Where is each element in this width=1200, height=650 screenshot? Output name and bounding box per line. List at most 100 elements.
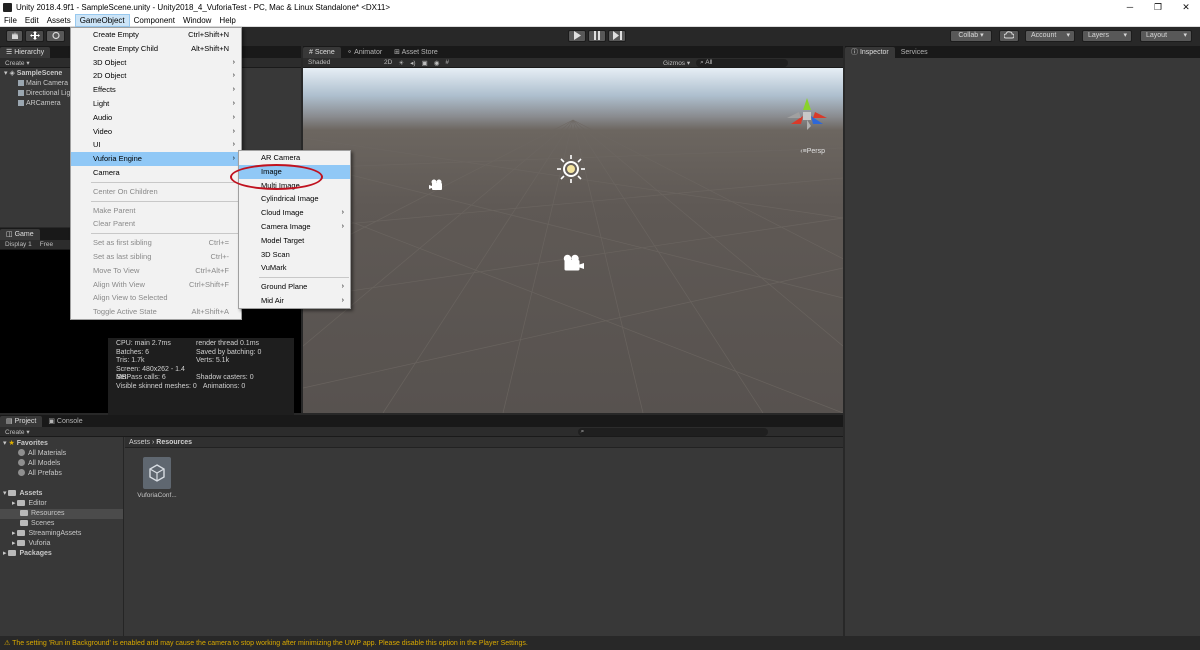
menu-item-3d-scan[interactable]: 3D Scan (239, 248, 350, 262)
display-dropdown[interactable]: Display 1 (5, 241, 32, 248)
tab-animator[interactable]: ⚬ Animator (341, 47, 388, 58)
menu-item-label: Camera (93, 167, 120, 177)
menu-item-label: Audio (93, 112, 113, 122)
menu-gameobject[interactable]: GameObject (74, 13, 130, 27)
menu-item-ar-camera[interactable]: AR Camera (239, 151, 350, 165)
layers-dropdown[interactable]: Layers ▾ (1082, 30, 1132, 42)
tab-console[interactable]: ▣ Console (42, 416, 88, 427)
layout-dropdown[interactable]: Layout ▾ (1140, 30, 1192, 42)
menu-item-vuforia-engine[interactable]: Vuforia Engine › (71, 152, 241, 166)
menu-item-cloud-image[interactable]: Cloud Image › (239, 206, 350, 220)
status-bar[interactable]: ⚠ The setting 'Run in Background' is ena… (0, 637, 1200, 650)
menu-item-audio[interactable]: Audio › (71, 111, 241, 125)
packages-folder[interactable]: ▸ Packages (0, 549, 123, 559)
menu-item-ui[interactable]: UI › (71, 138, 241, 152)
pause-button[interactable] (588, 30, 606, 42)
rotate-tool-button[interactable] (46, 30, 65, 42)
effects-toggle-icon[interactable]: ▣ (422, 59, 428, 67)
menu-window[interactable]: Window (179, 14, 215, 27)
tab-game[interactable]: ◫ Game (0, 229, 40, 240)
move-icon (29, 31, 40, 40)
menu-item-effects[interactable]: Effects › (71, 83, 241, 97)
menu-item-cylindrical-image[interactable]: Cylindrical Image (239, 192, 350, 206)
gizmos-dropdown[interactable]: Gizmos ▾ (663, 59, 690, 67)
menu-assets[interactable]: Assets (43, 14, 75, 27)
maximize-button[interactable]: ❐ (1144, 0, 1172, 14)
chevron-right-icon: › (232, 58, 235, 66)
menu-item-mid-air[interactable]: Mid Air › (239, 294, 350, 308)
directional-light-icon[interactable] (556, 154, 586, 184)
menu-item-model-target[interactable]: Model Target (239, 234, 350, 248)
hierarchy-tab-icon: ☰ (6, 49, 15, 56)
tab-inspector[interactable]: ⓘ Inspector (845, 47, 895, 58)
scene-viewport[interactable]: ‹≡Persp (303, 68, 843, 413)
2d-toggle[interactable]: 2D (384, 59, 392, 66)
hierarchy-create-button[interactable]: Create ▾ (5, 59, 30, 67)
menu-file[interactable]: File (0, 14, 21, 27)
close-button[interactable]: ✕ (1172, 0, 1200, 14)
menu-edit[interactable]: Edit (21, 14, 43, 27)
aspect-dropdown[interactable]: Free (40, 241, 53, 248)
tab-services[interactable]: Services (895, 47, 934, 58)
stats-row: CPU: main 2.7ms render thread 0.1ms (116, 340, 260, 347)
menu-help[interactable]: Help (215, 14, 239, 27)
grid-toggle-icon[interactable]: # (445, 59, 449, 66)
move-tool-button[interactable] (25, 30, 44, 42)
cloud-button[interactable] (999, 30, 1019, 42)
tab-hierarchy[interactable]: ☰ Hierarchy (0, 47, 51, 58)
play-button[interactable] (568, 30, 586, 42)
menu-item-2d-object[interactable]: 2D Object › (71, 69, 241, 83)
breadcrumb-item[interactable]: Assets (129, 439, 150, 446)
project-panel: ▤ Project ▣ Console Create ▾ ⌕ ▾ ★ Favori… (0, 415, 843, 636)
search-filter-icon (18, 469, 25, 476)
shading-mode-dropdown[interactable]: Shaded (308, 59, 378, 66)
hand-tool-button[interactable] (6, 30, 23, 42)
assets-folder[interactable]: ▾ Assets (0, 489, 123, 499)
menu-item-set-as-last-sibling: Set as last sibling Ctrl+- (71, 250, 241, 264)
audio-toggle-icon[interactable]: ◂) (410, 59, 415, 67)
minimize-button[interactable]: ─ (1116, 0, 1144, 14)
folder-item[interactable]: ▸ StreamingAssets (0, 529, 123, 539)
asset-item[interactable]: VuforiaConf... (134, 457, 180, 499)
folder-item[interactable]: ▸ Vuforia (0, 539, 123, 549)
menu-item-vumark[interactable]: VuMark (239, 261, 350, 275)
menu-item-camera-image[interactable]: Camera Image › (239, 220, 350, 234)
account-dropdown[interactable]: Account ▾ (1025, 30, 1075, 42)
gameobject-cube-icon (18, 80, 24, 86)
orientation-gizmo[interactable] (785, 96, 829, 136)
lighting-toggle-icon[interactable]: ☀ (398, 59, 404, 67)
menu-item-light[interactable]: Light › (71, 97, 241, 111)
camera-gizmo-icon[interactable] (559, 254, 585, 272)
folder-item[interactable]: Scenes (0, 519, 123, 529)
hidden-objects-icon[interactable]: ◉ (434, 59, 440, 67)
persp-label[interactable]: ‹≡Persp (800, 148, 825, 155)
menu-component[interactable]: Component (130, 14, 179, 27)
favorites-header[interactable]: ▾ ★ Favorites (0, 439, 123, 449)
favorite-item[interactable]: All Models (0, 459, 123, 469)
scene-search-input[interactable]: ⌕ All (696, 58, 789, 67)
project-search-input[interactable]: ⌕ (577, 427, 768, 436)
menu-item-shortcut: Ctrl+Shift+F (188, 279, 229, 289)
breadcrumb-item[interactable]: Resources (156, 439, 192, 446)
menu-item-camera[interactable]: Camera (71, 166, 241, 180)
folder-item[interactable]: ▸ Editor (0, 499, 123, 509)
favorite-item[interactable]: All Materials (0, 449, 123, 459)
menu-item-create-empty[interactable]: Create Empty Ctrl+Shift+N (71, 28, 241, 42)
gameobject-cube-icon (18, 90, 24, 96)
camera-gizmo-icon[interactable] (429, 179, 445, 191)
project-create-button[interactable]: Create ▾ (5, 428, 30, 436)
hierarchy-item-label: Main Camera (26, 80, 69, 87)
tab-asset-store[interactable]: ⊞ Asset Store (388, 47, 444, 58)
folder-item-selected[interactable]: Resources (0, 509, 123, 519)
tab-project[interactable]: ▤ Project (0, 416, 43, 427)
menu-item-ground-plane[interactable]: Ground Plane › (239, 280, 350, 294)
tab-scene[interactable]: # Scene (303, 47, 341, 58)
step-button[interactable] (608, 30, 626, 42)
menu-item-align-with-view: Align With View Ctrl+Shift+F (71, 278, 241, 292)
favorite-item[interactable]: All Prefabs (0, 469, 123, 479)
collab-dropdown[interactable]: Collab ▾ (950, 30, 992, 42)
menu-item-create-empty-child[interactable]: Create Empty Child Alt+Shift+N (71, 42, 241, 56)
menu-item-video[interactable]: Video › (71, 125, 241, 139)
menu-item-3d-object[interactable]: 3D Object › (71, 56, 241, 70)
scene-panel: # Scene ⚬ Animator ⊞ Asset Store Shaded … (303, 46, 843, 413)
